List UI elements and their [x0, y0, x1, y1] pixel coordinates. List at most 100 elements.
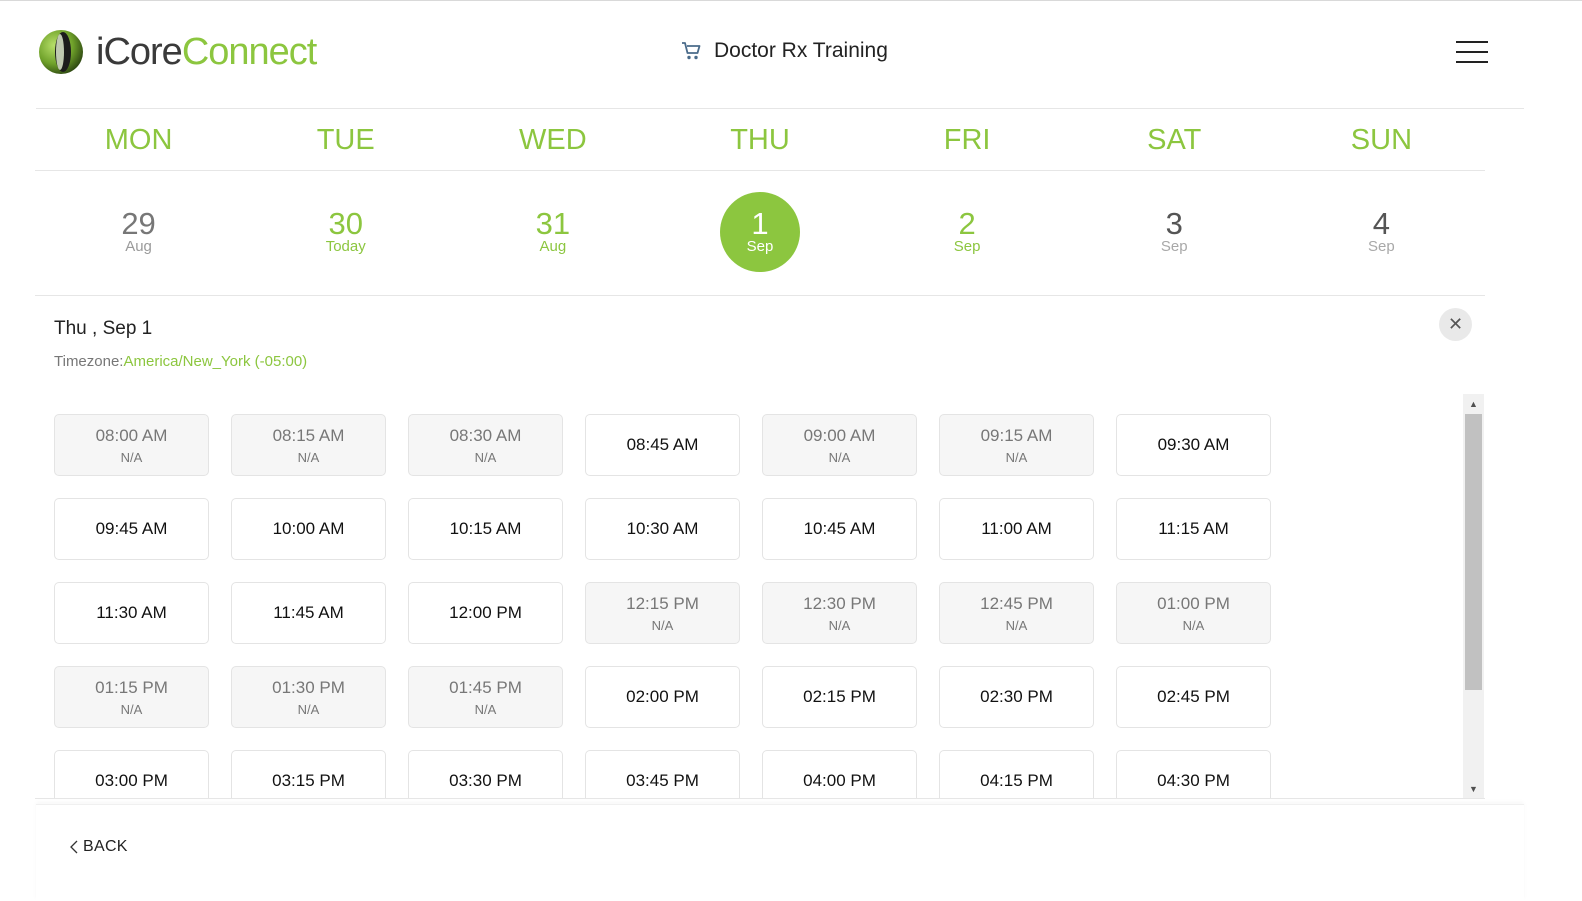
time-slot-button[interactable]: 03:45 PM — [585, 750, 740, 798]
time-slot-button[interactable]: 04:30 PM — [1116, 750, 1271, 798]
date-button[interactable]: 29 Aug — [99, 192, 179, 272]
time-slot-time: 01:30 PM — [272, 677, 345, 697]
chevron-left-icon — [70, 840, 78, 854]
close-icon[interactable]: ✕ — [1439, 308, 1472, 341]
scrollbar-thumb[interactable] — [1465, 414, 1482, 690]
slot-row: 11:30 AM 11:45 AM 12:00 PM 12:15 PM N/A 12:30… — [54, 582, 1293, 644]
time-slot-time: 10:30 AM — [626, 519, 699, 538]
time-slot-time: 10:15 AM — [449, 519, 522, 538]
time-slot-button[interactable]: 10:30 AM — [585, 498, 740, 560]
time-slot-button[interactable]: 02:00 PM — [585, 666, 740, 728]
date-button-selected[interactable]: 1 Sep — [719, 192, 800, 272]
weekday-header-row: MON TUE WED THU FRI SAT SUN — [35, 110, 1485, 170]
time-slot-unavailable: 12:45 PM N/A — [939, 582, 1094, 644]
date-number: 3 — [1165, 206, 1183, 241]
time-slot-button[interactable]: 11:30 AM — [54, 582, 209, 644]
scroll-down-arrow-icon[interactable]: ▼ — [1463, 780, 1484, 797]
brand-name-part1: iCore — [96, 31, 183, 73]
time-slot-button[interactable]: 03:30 PM — [408, 750, 563, 798]
timezone-info: Timezone:America/New_York (-05:00) — [54, 353, 307, 370]
hamburger-icon[interactable] — [1454, 39, 1490, 65]
date-month: Sep — [1160, 238, 1188, 255]
date-button[interactable]: 2 Sep — [927, 192, 1007, 272]
time-slot-status: N/A — [1182, 617, 1205, 633]
time-slot-time: 10:00 AM — [272, 519, 345, 538]
time-slot-time: 11:30 AM — [96, 603, 167, 622]
date-cell-4-sep: 4 Sep — [1278, 192, 1485, 276]
date-cell-1-sep-selected: 1 Sep — [656, 192, 863, 276]
date-button[interactable]: 3 Sep — [1134, 192, 1214, 272]
slot-row: 01:15 PM N/A 01:30 PM N/A 01:45 PM N/A 02:00 P… — [54, 666, 1293, 728]
time-slot-button[interactable]: 10:15 AM — [408, 498, 563, 560]
time-slot-status: N/A — [828, 449, 851, 465]
timezone-value: America/New_York (-05:00) — [123, 353, 308, 370]
time-slot-button[interactable]: 09:30 AM — [1116, 414, 1271, 476]
time-slot-time: 11:15 AM — [1158, 519, 1229, 538]
date-number: 1 — [751, 206, 769, 241]
date-month: Aug — [539, 238, 567, 255]
time-slot-time: 09:30 AM — [1157, 435, 1230, 454]
time-slot-button[interactable]: 03:00 PM — [54, 750, 209, 798]
time-slot-time: 01:00 PM — [1157, 593, 1230, 613]
date-cell-29-aug: 29 Aug — [35, 192, 242, 276]
time-slot-button[interactable]: 08:45 AM — [585, 414, 740, 476]
time-slot-button[interactable]: 02:15 PM — [762, 666, 917, 728]
time-slot-button[interactable]: 11:45 AM — [231, 582, 386, 644]
weekday-tue: TUE — [316, 124, 375, 156]
time-slot-time: 11:45 AM — [273, 603, 344, 622]
slot-row: 09:45 AM 10:00 AM 10:15 AM 10:30 AM 10:45 AM… — [54, 498, 1293, 560]
back-button[interactable]: BACK — [68, 838, 128, 856]
time-slot-button[interactable]: 04:15 PM — [939, 750, 1094, 798]
weekday-wed: WED — [519, 124, 587, 156]
time-slot-unavailable: 09:15 AM N/A — [939, 414, 1094, 476]
time-slot-unavailable: 09:00 AM N/A — [762, 414, 917, 476]
time-slot-button[interactable]: 09:45 AM — [54, 498, 209, 560]
scroll-up-arrow-icon[interactable]: ▲ — [1463, 395, 1484, 412]
footer-bar — [36, 804, 1524, 901]
date-month: Sep — [953, 238, 981, 255]
date-number: 2 — [958, 206, 976, 241]
time-slot-time: 01:45 PM — [449, 677, 522, 697]
brand-logo[interactable]: iCoreConnect — [38, 29, 317, 75]
time-slot-button[interactable]: 11:15 AM — [1116, 498, 1271, 560]
time-slot-button[interactable]: 12:00 PM — [408, 582, 563, 644]
time-slot-button[interactable]: 10:45 AM — [762, 498, 917, 560]
date-button[interactable]: 31 Aug — [513, 192, 593, 272]
time-slot-time: 01:15 PM — [95, 677, 168, 697]
time-slot-button[interactable]: 11:00 AM — [939, 498, 1094, 560]
date-number: 30 — [328, 206, 363, 241]
time-slot-time: 02:15 PM — [803, 687, 876, 706]
time-slot-time: 12:15 PM — [626, 593, 699, 613]
time-slot-unavailable: 01:00 PM N/A — [1116, 582, 1271, 644]
practice-title: Doctor Rx Training — [680, 39, 888, 63]
time-slot-time: 08:30 AM — [449, 425, 522, 445]
time-slot-time: 12:30 PM — [803, 593, 876, 613]
time-slot-time: 08:00 AM — [95, 425, 168, 445]
time-slot-unavailable: 12:15 PM N/A — [585, 582, 740, 644]
weekday-mon: MON — [104, 124, 173, 156]
time-slot-time: 03:45 PM — [626, 771, 699, 790]
time-slot-button[interactable]: 02:30 PM — [939, 666, 1094, 728]
date-month: Sep — [1368, 238, 1395, 255]
time-slot-unavailable: 08:30 AM N/A — [408, 414, 563, 476]
date-cell-31-aug: 31 Aug — [449, 192, 656, 276]
slots-scrollbar[interactable]: ▲ ▼ — [1463, 394, 1484, 798]
time-slot-unavailable: 01:30 PM N/A — [231, 666, 386, 728]
date-cell-3-sep: 3 Sep — [1071, 192, 1278, 276]
time-slot-unavailable: 08:15 AM N/A — [231, 414, 386, 476]
time-slot-button[interactable]: 10:00 AM — [231, 498, 386, 560]
time-slot-button[interactable]: 04:00 PM — [762, 750, 917, 798]
time-slot-status: N/A — [474, 449, 497, 465]
time-slot-button[interactable]: 02:45 PM — [1116, 666, 1271, 728]
date-button[interactable]: 4 Sep — [1341, 192, 1421, 272]
time-slot-button[interactable]: 03:15 PM — [231, 750, 386, 798]
time-slot-time: 08:45 AM — [626, 435, 699, 454]
time-slot-time: 03:30 PM — [449, 771, 522, 790]
time-slots-list[interactable]: 08:00 AM N/A 08:15 AM N/A 08:30 AM N/A 08:45 A… — [35, 394, 1462, 798]
date-number: 31 — [535, 206, 571, 241]
time-slot-unavailable: 01:45 PM N/A — [408, 666, 563, 728]
date-button[interactable]: 30 Today — [306, 192, 386, 272]
date-today-label: Today — [325, 238, 366, 255]
practice-name: Doctor Rx Training — [714, 39, 888, 62]
app-header: iCoreConnect Doctor Rx Training — [0, 1, 1582, 109]
